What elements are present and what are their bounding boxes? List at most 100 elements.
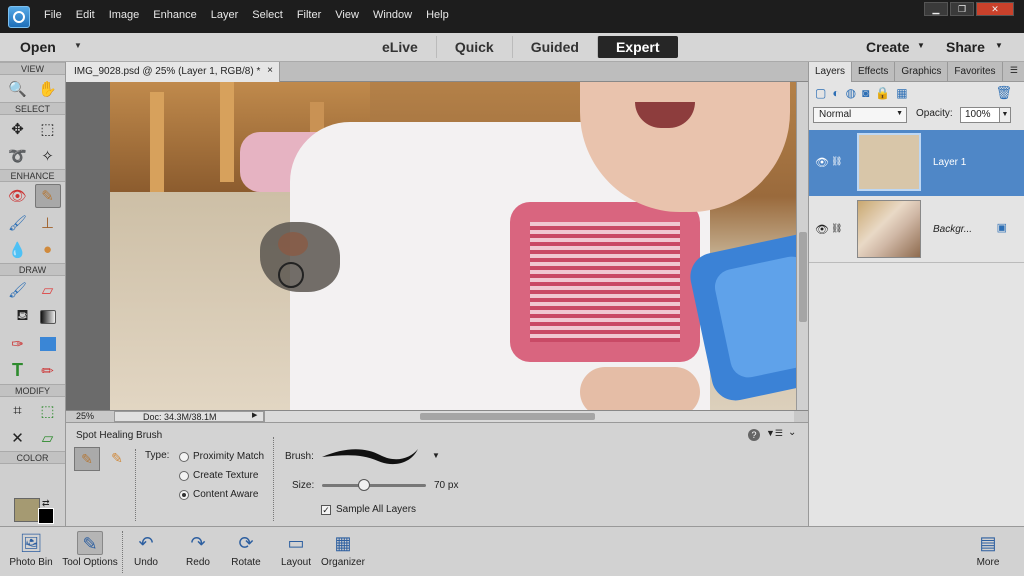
radio-content-aware[interactable]: Content Aware <box>179 489 258 500</box>
radio-proximity-match[interactable]: Proximity Match <box>179 451 264 462</box>
menu-filter[interactable]: Filter <box>297 9 321 21</box>
spot-healing-brush-option-icon[interactable]: ✎ <box>74 447 100 471</box>
menu-enhance[interactable]: Enhance <box>153 9 196 21</box>
background-color-swatch[interactable] <box>38 508 54 524</box>
menu-edit[interactable]: Edit <box>76 9 95 21</box>
menu-layer[interactable]: Layer <box>211 9 239 21</box>
link-icon[interactable]: ⛓ <box>831 156 842 167</box>
lock-all-icon[interactable]: 🔒 <box>875 86 890 100</box>
vertical-scrollbar[interactable] <box>796 82 808 410</box>
share-button[interactable]: Share <box>946 39 985 55</box>
opacity-dropdown-icon[interactable]: ▼ <box>999 107 1011 123</box>
trash-icon[interactable]: 🗑 <box>995 85 1012 101</box>
document-tab[interactable]: IMG_9028.psd @ 25% (Layer 1, RGB/8) * × <box>66 62 280 82</box>
tab-layers[interactable]: Layers <box>809 62 853 82</box>
redo-button[interactable]: ↷ Redo <box>182 531 214 568</box>
create-button[interactable]: Create <box>866 39 910 55</box>
size-slider-knob[interactable] <box>357 479 370 491</box>
eraser-tool-icon[interactable]: ▱ <box>35 278 61 302</box>
open-button[interactable]: Open <box>20 39 56 55</box>
opacity-input[interactable]: 100% <box>960 107 1000 123</box>
paint-bucket-icon[interactable]: ⛾ <box>10 305 36 329</box>
adjustment-layer-icon[interactable]: ◐ <box>832 86 839 100</box>
canvas-area[interactable] <box>66 82 808 410</box>
clone-stamp-icon[interactable]: ⊥ <box>35 211 61 235</box>
create-dropdown-icon[interactable]: ▼ <box>917 41 925 50</box>
tab-expert[interactable]: Expert <box>596 36 678 58</box>
radio-button[interactable] <box>179 489 189 500</box>
pencil-tool-icon[interactable]: ✏ <box>35 359 61 383</box>
swap-colors-icon[interactable]: ⇄ <box>42 498 50 509</box>
vertical-scroll-thumb[interactable] <box>799 232 807 322</box>
menu-select[interactable]: Select <box>252 9 283 21</box>
open-dropdown-icon[interactable]: ▼ <box>74 41 82 50</box>
layer-name[interactable]: Layer 1 <box>933 157 966 168</box>
spot-healing-brush-icon[interactable]: ✎ <box>34 183 61 208</box>
undo-button[interactable]: ↶ Undo <box>130 531 162 568</box>
visibility-eye-icon[interactable]: 👁 <box>815 223 829 236</box>
organizer-button[interactable]: ▦ Organizer <box>320 531 366 568</box>
visibility-eye-icon[interactable]: 👁 <box>815 156 829 169</box>
doc-info-menu-icon[interactable]: ▶ <box>252 411 257 419</box>
close-document-icon[interactable]: × <box>267 65 273 76</box>
radio-create-texture[interactable]: Create Texture <box>179 470 258 481</box>
menu-window[interactable]: Window <box>373 9 412 21</box>
menu-file[interactable]: File <box>44 9 62 21</box>
move-tool-icon[interactable]: ✥ <box>5 117 31 141</box>
tool-options-button[interactable]: ✎ Tool Options <box>60 531 120 568</box>
radio-button[interactable] <box>179 451 189 462</box>
horizontal-scrollbar[interactable] <box>264 411 794 422</box>
panel-menu-icon[interactable]: ☰ <box>1010 65 1018 76</box>
smart-brush-icon[interactable]: 🖌 <box>5 211 31 235</box>
photo-canvas[interactable] <box>110 82 796 410</box>
panel-menu-icon[interactable]: ▼☰ <box>766 428 783 439</box>
lasso-tool-icon[interactable]: ➰ <box>5 144 31 168</box>
share-dropdown-icon[interactable]: ▼ <box>995 41 1003 50</box>
content-aware-move-icon[interactable]: ✕ <box>5 426 31 450</box>
layer-name[interactable]: Backgr... <box>933 224 972 235</box>
size-slider[interactable] <box>322 479 426 491</box>
menu-view[interactable]: View <box>335 9 359 21</box>
help-icon[interactable]: ? <box>748 429 760 441</box>
layer-lock-icon[interactable]: ▣ <box>997 221 1007 234</box>
rotate-button[interactable]: ⟳ Rotate <box>228 531 264 568</box>
brush-tool-icon[interactable]: 🖌 <box>5 278 31 302</box>
minimize-icon[interactable]: ▁ <box>924 2 948 16</box>
eyedropper-icon[interactable]: ✑ <box>5 332 31 356</box>
fill-layer-icon[interactable]: ◍ <box>846 86 856 100</box>
gradient-tool-icon[interactable] <box>39 309 56 324</box>
blend-mode-select[interactable]: Normal ▼ <box>813 107 907 123</box>
brush-picker-dropdown-icon[interactable]: ▼ <box>432 451 440 460</box>
layout-button[interactable]: ▭ Layout <box>278 531 314 568</box>
zoom-level[interactable]: 25% <box>76 411 94 421</box>
layer-row[interactable]: 👁 ⛓ Backgr... ▣ <box>809 197 1024 263</box>
tab-favorites[interactable]: Favorites <box>948 62 1003 82</box>
close-window-icon[interactable]: ✕ <box>976 2 1014 16</box>
foreground-color-swatch[interactable] <box>14 498 40 522</box>
restore-icon[interactable]: ❐ <box>950 2 974 16</box>
tab-effects[interactable]: Effects <box>852 62 896 82</box>
straighten-tool-icon[interactable]: ⏥ <box>35 426 61 450</box>
menu-image[interactable]: Image <box>109 9 140 21</box>
marquee-tool-icon[interactable]: ⬚ <box>35 117 61 141</box>
recompose-tool-icon[interactable]: ⬚ <box>35 399 61 423</box>
crop-tool-icon[interactable]: ⌗ <box>5 399 31 423</box>
tab-quick[interactable]: Quick <box>435 36 512 58</box>
more-button[interactable]: ▤ More <box>972 531 1004 568</box>
hand-tool-icon[interactable]: ✋ <box>35 77 61 101</box>
new-layer-icon[interactable]: ▢ <box>815 86 826 100</box>
collapse-icon[interactable]: ⌄ <box>788 427 796 438</box>
lock-transparency-icon[interactable]: ▦ <box>896 86 907 100</box>
sample-all-layers-checkbox[interactable]: ✓ <box>321 504 331 515</box>
sample-all-layers-option[interactable]: ✓ Sample All Layers <box>321 504 416 515</box>
photo-bin-button[interactable]: 🖼 Photo Bin <box>8 531 54 568</box>
shape-tool-icon[interactable] <box>35 332 61 356</box>
sponge-tool-icon[interactable]: ● <box>35 238 61 262</box>
tab-graphics[interactable]: Graphics <box>895 62 949 82</box>
doc-size-info[interactable]: Doc: 34.3M/38.1M <box>114 411 264 422</box>
zoom-tool-icon[interactable]: 🔍 <box>5 77 31 101</box>
radio-button[interactable] <box>179 470 189 481</box>
brush-preview[interactable] <box>320 443 420 467</box>
tab-elive[interactable]: eLive <box>364 36 436 58</box>
quick-selection-tool-icon[interactable]: ✧ <box>35 144 61 168</box>
